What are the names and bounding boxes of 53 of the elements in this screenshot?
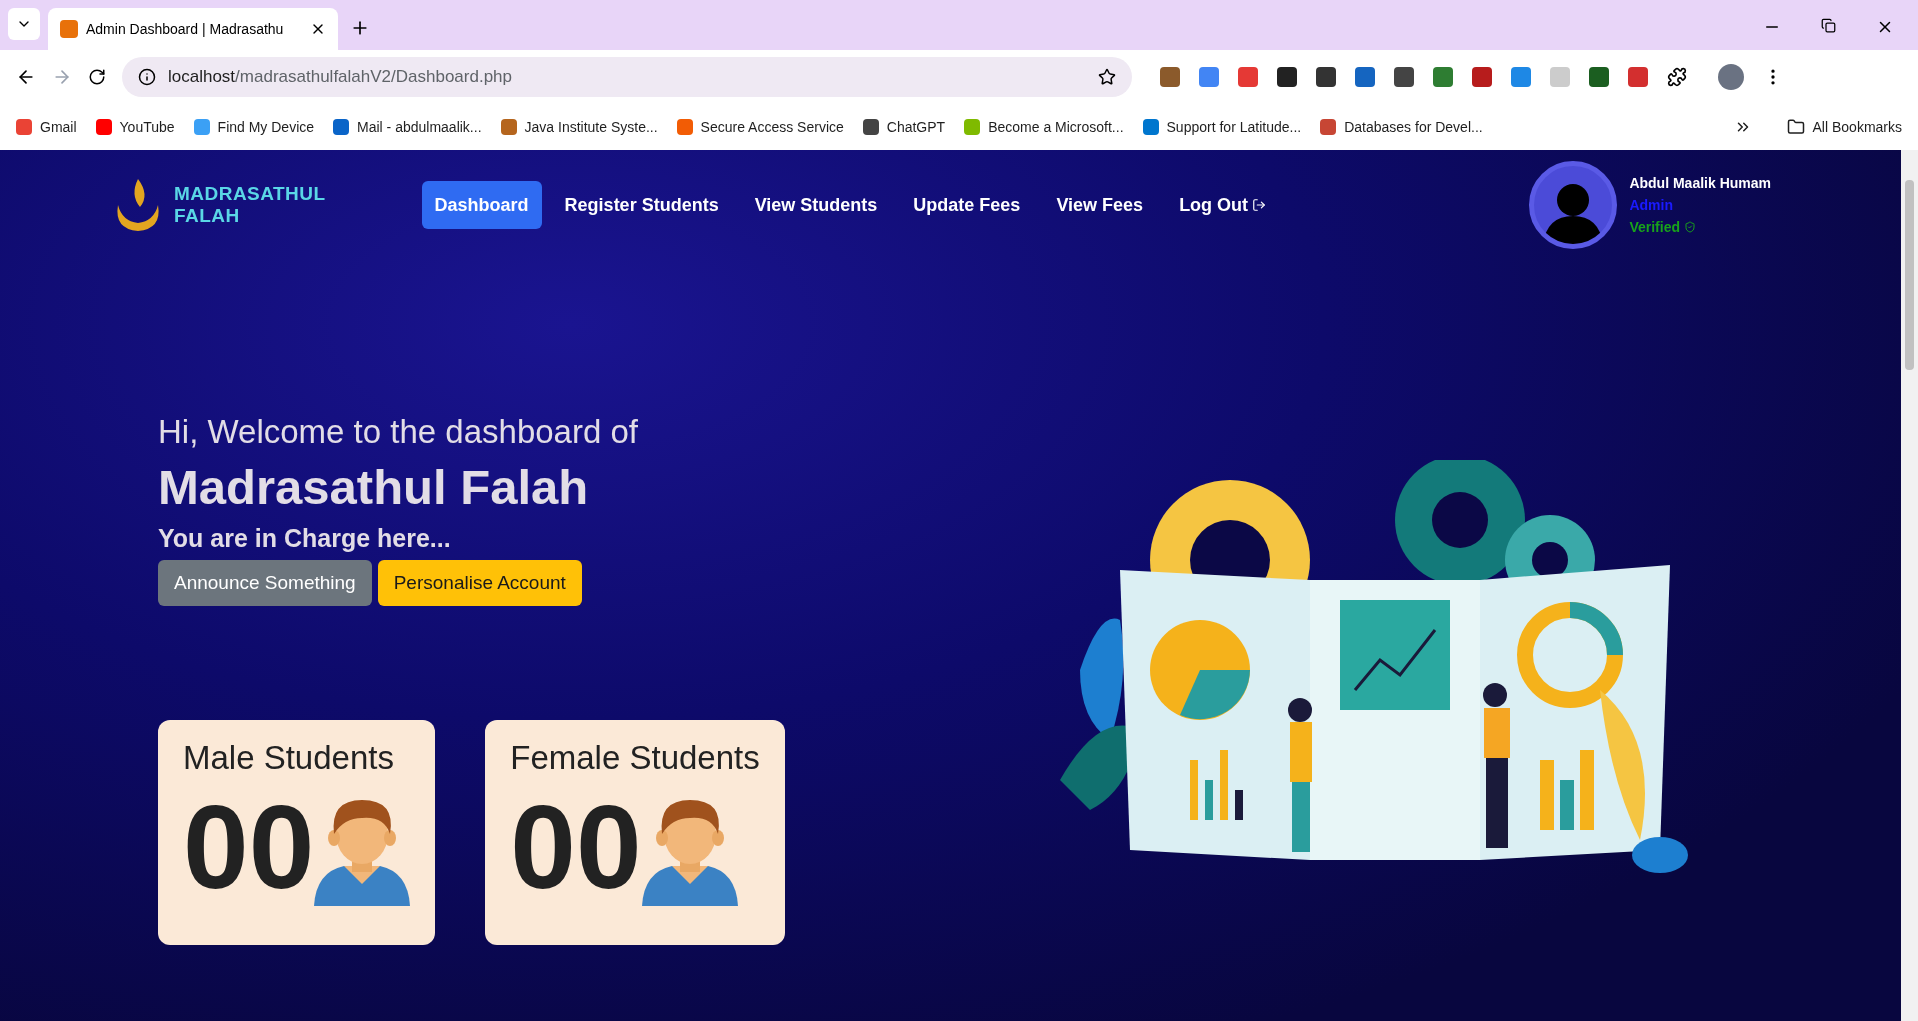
nav-link[interactable]: View Fees (1043, 181, 1157, 229)
bookmark-link[interactable]: Find My Device (193, 116, 315, 138)
card-title: Male Students (183, 738, 395, 778)
tab-title: Admin Dashboard | Madrasathu (86, 19, 285, 39)
logout-icon (1252, 198, 1267, 212)
action-button[interactable]: Personalise Account (377, 560, 582, 606)
student-count: 00 (183, 788, 315, 906)
card-title: Female Students (510, 738, 760, 778)
tab-search-button[interactable] (8, 8, 40, 40)
bookmark-link[interactable]: YouTube (95, 116, 175, 138)
scrollbar[interactable] (1901, 150, 1918, 1021)
bookmark-link[interactable]: Become a Microsoft... (964, 116, 1124, 138)
bookmark-link[interactable]: Databases for Devel... (1320, 116, 1483, 138)
extension-icon[interactable] (1472, 67, 1492, 87)
user-role: Admin (1629, 196, 1674, 215)
favicon-icon (60, 20, 78, 38)
browser-tab[interactable]: Admin Dashboard | Madrasathu (48, 8, 338, 50)
user-name: Abdul Maalik Humam (1629, 174, 1771, 193)
nav-link[interactable]: Update Fees (900, 181, 1034, 229)
student-count: 00 (510, 788, 642, 906)
extension-icon[interactable] (1589, 67, 1609, 87)
bookmark-star-icon[interactable] (1098, 68, 1116, 86)
folder-icon (1786, 118, 1805, 136)
all-bookmarks-link[interactable]: All Bookmarks (1786, 116, 1902, 138)
extension-icon[interactable] (1394, 67, 1414, 87)
bookmark-link[interactable]: Gmail (16, 116, 77, 138)
bookmark-link[interactable]: ChatGPT (862, 116, 946, 138)
subtitle-text: You are in Charge here... (158, 523, 452, 554)
extensions-icon[interactable] (1667, 67, 1687, 87)
nav-link[interactable]: Register Students (551, 181, 732, 229)
address-bar[interactable]: localhost/madrasathulfalahV2/Dashboard.php (122, 57, 1132, 97)
brand-name: MADRASATHUL FALAH (174, 183, 326, 227)
nav-link[interactable]: Dashboard (421, 181, 542, 229)
reload-icon[interactable] (88, 68, 106, 86)
bookmark-link[interactable]: Secure Access Service (676, 116, 844, 138)
bookmark-link[interactable]: Java Institute Syste... (500, 116, 658, 138)
url-text: localhost/madrasathulfalahV2/Dashboard.php (168, 66, 513, 89)
extension-icon[interactable] (1160, 67, 1180, 87)
shield-check-icon (1684, 221, 1696, 233)
restore-icon[interactable] (1821, 18, 1836, 33)
verified-status: Verified (1629, 216, 1771, 238)
school-title: Madrasathul Falah (158, 459, 590, 516)
welcome-text: Hi, Welcome to the dashboard of (158, 412, 639, 452)
extension-icon[interactable] (1316, 67, 1336, 87)
profile-avatar[interactable] (1718, 64, 1744, 90)
nav-link[interactable]: View Students (741, 181, 891, 229)
bookmark-link[interactable]: Support for Latitude... (1142, 116, 1302, 138)
extension-icon[interactable] (1355, 67, 1375, 87)
info-icon (138, 68, 156, 86)
extension-icon[interactable] (1277, 67, 1297, 87)
bookmark-link[interactable]: Mail - abdulmaalik... (333, 116, 482, 138)
action-button[interactable]: Announce Something (158, 560, 372, 606)
nav-link[interactable]: Log Out (1166, 181, 1280, 229)
